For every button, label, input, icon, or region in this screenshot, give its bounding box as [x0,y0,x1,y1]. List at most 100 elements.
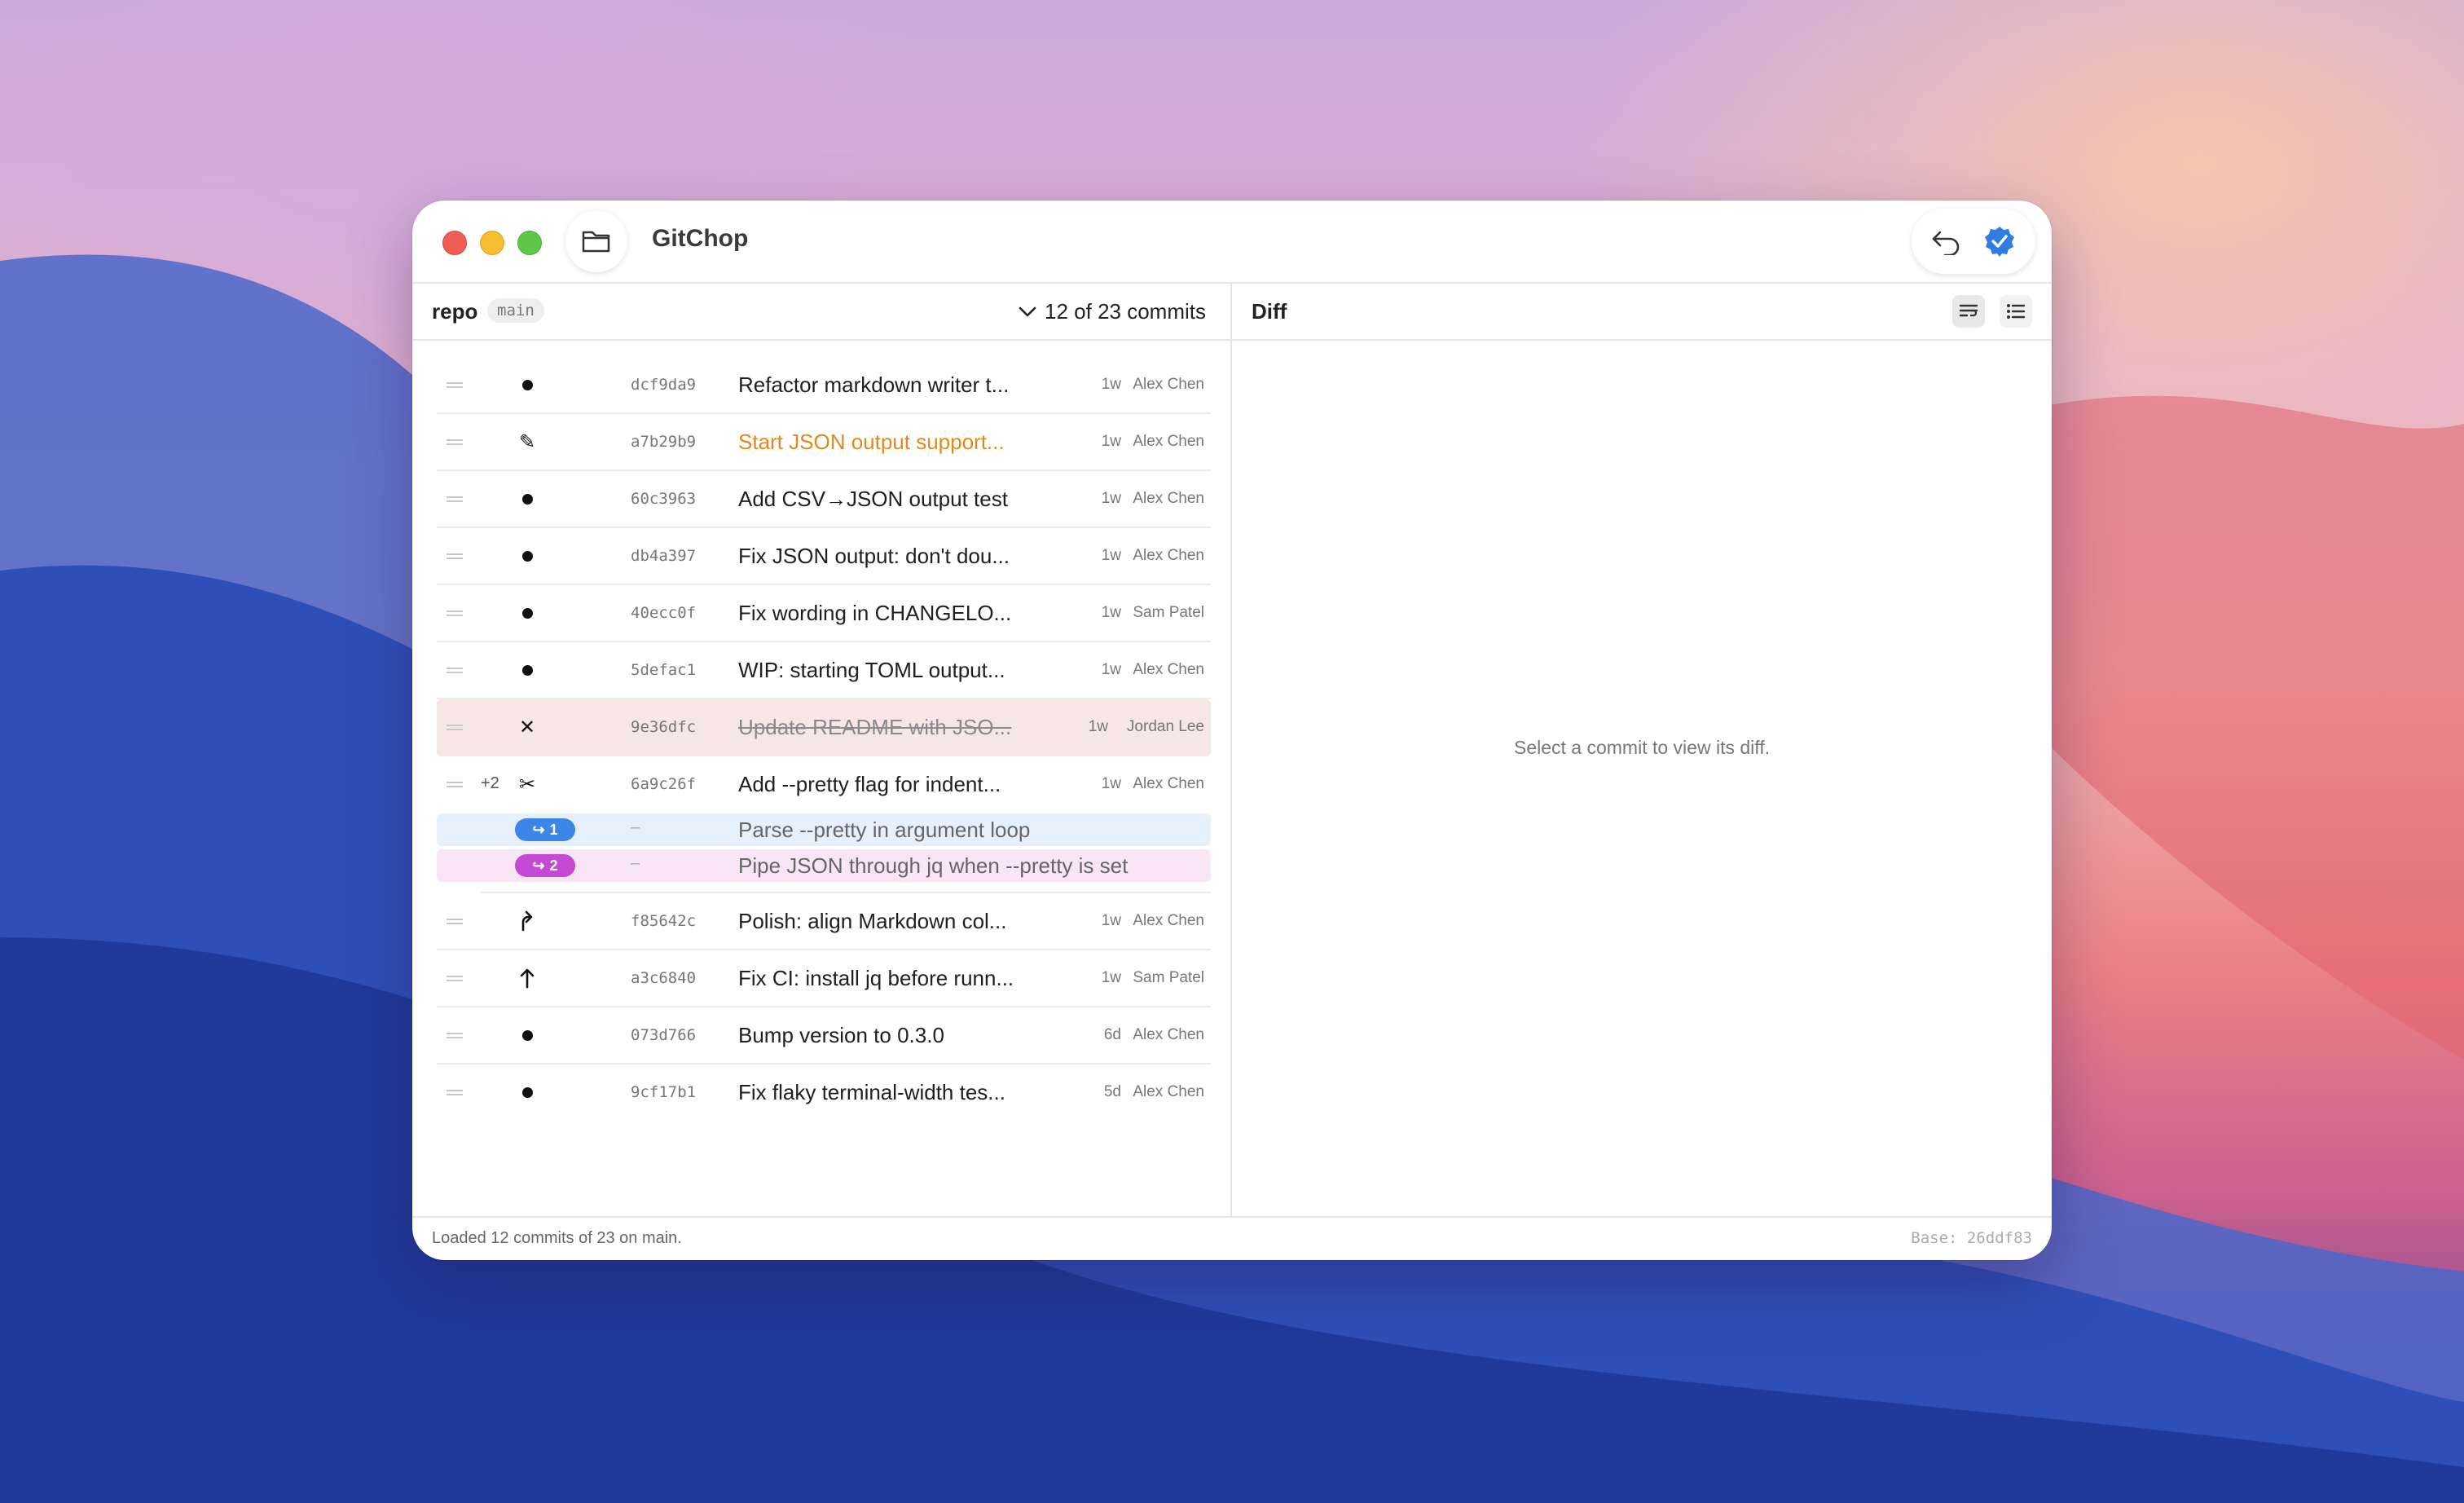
commit-message: Add --pretty flag for indent... [738,772,1001,796]
commit-hash: a7b29b9 [631,433,697,451]
split-part-badge: ↪ 1 [515,818,575,841]
commit-message: Refactor markdown writer t... [738,372,1010,397]
folder-icon [582,231,610,253]
commit-age: 1w [1101,547,1121,564]
commit-author: Alex Chen [1133,433,1204,450]
repo-name: repo [432,299,478,324]
chevron-down-icon [1019,306,1036,316]
commit-row[interactable]: 073d766 Bump version to 0.3.0 6d Alex Ch… [437,1007,1211,1064]
commit-hash: 40ecc0f [631,604,697,622]
drag-handle-icon[interactable] [447,382,463,390]
commit-hash: dcf9da9 [631,376,697,394]
undo-button[interactable] [1928,223,1964,259]
drag-handle-icon[interactable] [447,919,463,927]
drag-handle-icon[interactable] [447,610,463,619]
pick-dot-icon[interactable] [515,544,539,568]
commit-author: Alex Chen [1133,661,1204,678]
split-scissors-icon[interactable]: ✂ [515,772,539,796]
commit-row[interactable]: 60c3963 Add CSV→JSON output test 1w Alex… [437,471,1211,528]
drag-handle-icon[interactable] [447,1033,463,1041]
status-text: Loaded 12 commits of 23 on main. [432,1229,682,1247]
list-icon [2007,304,2026,319]
commit-hash: 6a9c26f [631,775,697,793]
commit-hash: 5defac1 [631,661,697,679]
open-folder-button[interactable] [565,210,627,272]
drag-handle-icon[interactable] [447,553,463,562]
base-commit-label: Base: 26ddf83 [1911,1229,2032,1247]
branch-badge: main [487,298,544,323]
minimize-window-button[interactable] [480,231,504,255]
commit-author: Alex Chen [1133,376,1204,393]
commit-message: Fix JSON output: don't dou... [738,544,1010,568]
commit-hash: 9cf17b1 [631,1083,697,1101]
commit-row[interactable]: ✎ a7b29b9 Start JSON output support... 1… [437,414,1211,471]
app-window: GitChop repo main 12 of 23 commits dcf9d… [412,201,2052,1260]
zoom-window-button[interactable] [517,231,542,255]
commit-row[interactable]: 9cf17b1 Fix flaky terminal-width tes... … [437,1064,1211,1122]
drag-handle-icon[interactable] [447,725,463,733]
diff-header: Diff [1232,284,2052,341]
commit-author: Jordan Lee [1126,718,1204,735]
commit-row[interactable]: 40ecc0f Fix wording in CHANGELO... 1w Sa… [437,585,1211,642]
close-window-button[interactable] [442,231,467,255]
commit-row[interactable]: dcf9da9 Refactor markdown writer t... 1w… [437,357,1211,414]
commit-list: dcf9da9 Refactor markdown writer t... 1w… [437,357,1211,1122]
commit-hash: a3c6840 [631,969,697,987]
drag-handle-icon[interactable] [447,439,463,447]
commit-row[interactable]: db4a397 Fix JSON output: don't dou... 1w… [437,528,1211,585]
commit-hash: db4a397 [631,547,697,565]
commit-hash: 9e36dfc [631,718,697,736]
wrap-lines-button[interactable] [1952,295,1985,328]
commit-message: Add CSV→JSON output test [738,487,1008,511]
commit-row-dropped[interactable]: ✕ 9e36dfc Update README with JSO... 1w J… [437,699,1211,756]
commit-count-dropdown[interactable]: 12 of 23 commits [1019,299,1206,324]
pick-dot-icon[interactable] [515,601,539,625]
commit-row[interactable]: a3c6840 Fix CI: install jq before runn..… [437,950,1211,1007]
drag-handle-icon[interactable] [447,782,463,790]
drag-handle-icon[interactable] [447,496,463,505]
diff-empty-message: Select a commit to view its diff. [1513,737,1770,758]
edit-pencil-icon[interactable]: ✎ [515,430,539,454]
commit-age: 1w [1088,718,1108,735]
commit-age: 1w [1101,912,1121,929]
commit-message: WIP: starting TOML output... [738,658,1005,682]
squash-arrow-icon[interactable] [515,966,539,990]
diff-title: Diff [1252,299,1287,324]
toolbar-actions [1912,209,2035,274]
commit-author: Alex Chen [1133,547,1204,564]
verified-badge-icon [1985,227,2014,257]
pick-dot-icon[interactable] [515,487,539,511]
list-view-button[interactable] [2000,295,2032,328]
commit-age: 1w [1101,490,1121,507]
commit-age: 1w [1101,604,1121,621]
drag-handle-icon[interactable] [447,668,463,676]
split-part-row[interactable]: ↪ 1 – Parse --pretty in argument loop [437,813,1211,846]
commit-message: Polish: align Markdown col... [738,909,1007,933]
commit-author: Alex Chen [1133,912,1204,929]
drag-handle-icon[interactable] [447,1090,463,1098]
commit-row[interactable]: f85642c Polish: align Markdown col... 1w… [437,893,1211,950]
app-title: GitChop [652,225,749,252]
commit-count-label: 12 of 23 commits [1045,299,1206,324]
pick-dot-icon[interactable] [515,1023,539,1047]
commit-message: Update README with JSO... [738,715,1012,739]
split-part-row[interactable]: ↪ 2 – Pipe JSON through jq when --pretty… [437,849,1211,882]
drop-x-icon[interactable]: ✕ [515,715,539,739]
commit-age: 1w [1101,775,1121,792]
pick-dot-icon[interactable] [515,658,539,682]
commit-message: Fix flaky terminal-width tes... [738,1080,1005,1104]
fixup-arrow-icon[interactable] [515,909,539,933]
split-part-message: Pipe JSON through jq when --pretty is se… [738,853,1129,878]
commit-author: Sam Patel [1133,969,1204,986]
pick-dot-icon[interactable] [515,372,539,397]
split-part-message: Parse --pretty in argument loop [738,818,1031,842]
commit-age: 5d [1103,1083,1121,1100]
commit-author: Alex Chen [1133,490,1204,507]
commit-row-split[interactable]: +2 ✂ 6a9c26f Add --pretty flag for inden… [437,756,1211,810]
commit-message: Fix CI: install jq before runn... [738,966,1014,990]
pick-dot-icon[interactable] [515,1080,539,1104]
apply-button[interactable] [1982,223,2017,259]
commit-hash: f85642c [631,912,697,930]
commit-row[interactable]: 5defac1 WIP: starting TOML output... 1w … [437,642,1211,699]
drag-handle-icon[interactable] [447,976,463,984]
